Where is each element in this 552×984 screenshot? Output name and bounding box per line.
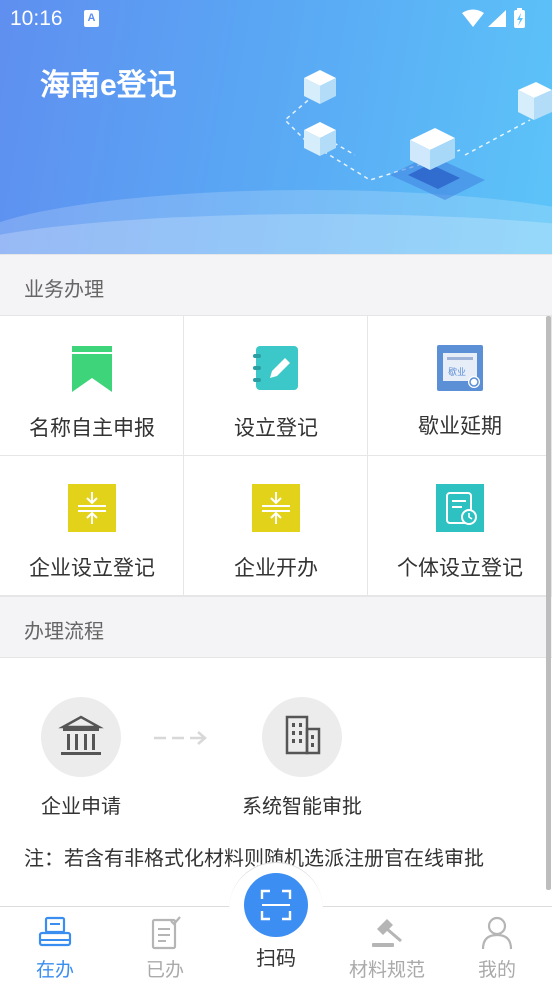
- business-item-individual-registration[interactable]: 个体设立登记: [368, 456, 552, 596]
- checklist-icon: [151, 916, 181, 950]
- compress-icon: [252, 484, 300, 532]
- nav-tab-label: 在办: [35, 959, 74, 981]
- svg-text:歇业: 歇业: [448, 366, 466, 378]
- nav-tab-label: 已办: [145, 959, 184, 981]
- status-icons: [460, 8, 540, 34]
- process-step-label: 系统智能审批: [242, 794, 362, 818]
- certificate-icon: 歇业: [437, 345, 483, 391]
- business-item-label: 名称自主申报: [29, 416, 155, 440]
- printer-icon: [38, 916, 72, 947]
- scan-label: 扫码: [256, 946, 296, 970]
- process-section-header: 办理流程: [0, 596, 552, 658]
- app-title: 海南e登记: [40, 69, 177, 102]
- nav-tab-mine[interactable]: 我的: [442, 907, 552, 984]
- nav-tab-label: 我的: [477, 959, 516, 981]
- business-item-label: 歇业延期: [418, 414, 502, 438]
- wifi-icon: [462, 9, 484, 27]
- business-item-label: 企业开办: [234, 556, 318, 580]
- bookmark-icon: [72, 346, 112, 392]
- signal-icon: [488, 10, 506, 27]
- business-item-label: 个体设立登记: [397, 556, 523, 580]
- gavel-icon: [372, 919, 402, 947]
- business-item-establish-registration[interactable]: 设立登记: [184, 316, 368, 456]
- header-banner: 10:16 A 海南e登记: [0, 0, 552, 254]
- process-step-label: 企业申请: [41, 794, 121, 818]
- nav-tab-material-rules[interactable]: 材料规范: [332, 907, 442, 984]
- document-clock-icon: [436, 484, 484, 532]
- nav-tab-completed[interactable]: 已办: [110, 907, 220, 984]
- business-item-suspension-extension[interactable]: 歇业 歇业延期: [368, 316, 552, 456]
- notebook-edit-icon: [253, 346, 298, 390]
- section-title: 办理流程: [24, 619, 104, 643]
- status-bar: 10:16 A: [0, 0, 552, 38]
- scan-icon: [260, 889, 292, 921]
- blocks-illustration: [283, 70, 552, 200]
- section-title: 业务办理: [24, 277, 104, 301]
- business-item-label: 企业设立登记: [29, 556, 155, 580]
- bank-icon: [58, 715, 104, 755]
- nav-tab-in-progress[interactable]: 在办: [0, 907, 110, 984]
- business-section-header: 业务办理: [0, 254, 552, 316]
- business-grid: 名称自主申报 设立登记 歇业 歇业延期 企业设立登记 企业开办 个体设立登记: [0, 316, 552, 596]
- process-step-approval: [262, 697, 342, 777]
- sim-icon: A: [84, 10, 99, 27]
- nav-tab-label: 材料规范: [348, 959, 425, 981]
- business-item-label: 设立登记: [234, 416, 318, 440]
- scrollbar[interactable]: [546, 316, 551, 890]
- status-time: 10:16: [10, 7, 63, 30]
- scan-button[interactable]: [244, 873, 308, 937]
- arrow-icon: [154, 731, 207, 745]
- business-item-name-declaration[interactable]: 名称自主申报: [0, 316, 184, 456]
- compress-icon: [68, 484, 116, 532]
- process-step-apply: [41, 697, 121, 777]
- business-item-company-establishment[interactable]: 企业设立登记: [0, 456, 184, 596]
- person-icon: [481, 916, 513, 950]
- building-icon: [285, 715, 321, 755]
- business-item-company-opening[interactable]: 企业开办: [184, 456, 368, 596]
